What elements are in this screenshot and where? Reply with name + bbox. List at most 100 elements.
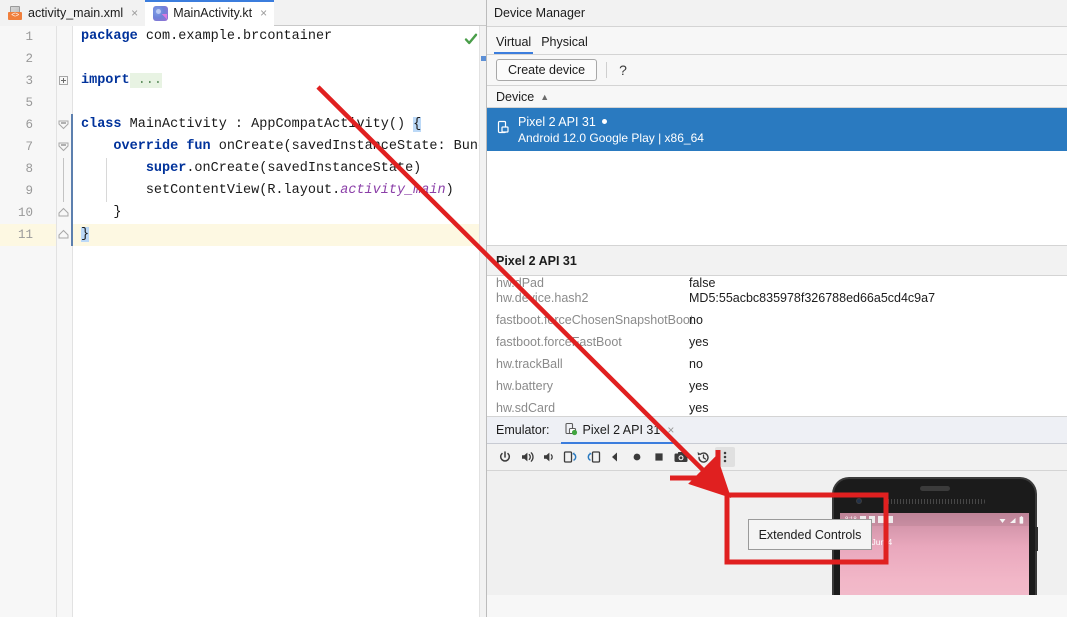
- chevron-down-icon: [58, 141, 69, 152]
- fold-expand-import[interactable]: [57, 70, 72, 92]
- property-key: hw.trackBall: [496, 357, 563, 371]
- line-number: 7: [25, 140, 33, 154]
- emulator-tab-label: Pixel 2 API 31: [582, 423, 661, 437]
- device-name: Pixel 2 API 31: [518, 114, 596, 129]
- extended-controls-tooltip: Extended Controls: [748, 519, 872, 550]
- power-button-side: [1035, 527, 1038, 551]
- line-number: 5: [25, 96, 33, 110]
- front-camera-icon: [856, 498, 862, 504]
- rotate-left-icon[interactable]: [561, 447, 581, 467]
- status-icon: [877, 516, 884, 523]
- line-number: 11: [0, 224, 56, 246]
- tab-label: activity_main.xml: [28, 6, 124, 20]
- indent-guide: [106, 158, 107, 202]
- oncreate-signature: onCreate(savedInstanceState: Bundle?: [218, 139, 479, 154]
- property-row: hw.dPad false: [487, 276, 1067, 287]
- device-name-row: Pixel 2 API 31: [518, 115, 704, 129]
- property-value: false: [689, 276, 716, 287]
- property-key: hw.dPad: [496, 276, 544, 287]
- sort-ascending-icon[interactable]: ▲: [540, 92, 549, 102]
- property-row: hw.sdCard yes: [487, 397, 1067, 416]
- toolbar-separator: [606, 62, 608, 78]
- chevron-down-icon: [58, 119, 69, 130]
- device-properties-list[interactable]: hw.dPad false hw.device.hash2 MD5:55acbc…: [487, 276, 1067, 417]
- close-icon[interactable]: ×: [667, 423, 674, 437]
- more-vertical-icon[interactable]: [715, 447, 735, 467]
- create-device-button[interactable]: Create device: [496, 59, 598, 81]
- code-line: class MainActivity : AppCompatActivity()…: [73, 114, 479, 136]
- screenshot-icon[interactable]: [671, 447, 691, 467]
- fold-end-oncreate[interactable]: [57, 202, 72, 224]
- device-list[interactable]: Pixel 2 API 31 Android 12.0 Google Play …: [487, 108, 1067, 246]
- layout-reference: activity_main: [340, 183, 446, 198]
- property-key: hw.sdCard: [496, 401, 556, 415]
- device-subtitle: Android 12.0 Google Play | x86_64: [518, 130, 704, 145]
- status-icon: [886, 516, 893, 523]
- help-icon[interactable]: ?: [616, 62, 630, 78]
- ok-check-icon[interactable]: [464, 32, 478, 46]
- running-status-dot: [601, 119, 607, 124]
- tab-physical[interactable]: Physical: [539, 35, 596, 54]
- line-number: 9: [25, 184, 33, 198]
- line-number: 6: [25, 118, 33, 132]
- keyword-import: import: [81, 73, 130, 88]
- keyword-package: package: [81, 29, 138, 44]
- kotlin-file-icon: [153, 5, 169, 21]
- status-bar-right: [999, 513, 1024, 529]
- volume-up-icon[interactable]: [517, 447, 537, 467]
- tab-mainactivity-kt[interactable]: MainActivity.kt ×: [145, 0, 275, 26]
- package-name: com.example.brcontainer: [137, 29, 333, 44]
- property-value: yes: [689, 335, 709, 349]
- emulator-toolbar: [487, 444, 1067, 471]
- fold-end-class[interactable]: [57, 224, 72, 246]
- tab-activity-main-xml[interactable]: <> activity_main.xml ×: [0, 0, 146, 26]
- property-value: no: [689, 313, 703, 327]
- code-line: }: [73, 202, 479, 224]
- code-editor-area[interactable]: package com.example.brcontainer import .…: [73, 26, 479, 617]
- rotate-right-icon[interactable]: [583, 447, 603, 467]
- device-row-pixel-2-api-31[interactable]: Pixel 2 API 31 Android 12.0 Google Play …: [487, 108, 1067, 151]
- device-column-header[interactable]: Device ▲: [487, 86, 1067, 108]
- code-line: setContentView(R.layout.activity_main): [73, 180, 479, 202]
- overview-icon[interactable]: [649, 447, 669, 467]
- keyword-override: override: [113, 139, 179, 154]
- line-number: 3: [25, 74, 33, 88]
- tab-virtual[interactable]: Virtual: [494, 35, 539, 54]
- fold-collapse-oncreate[interactable]: [57, 136, 72, 158]
- home-icon[interactable]: [627, 447, 647, 467]
- keyword-class: class: [81, 117, 122, 132]
- setcontentview-call: setContentView(R.layout.: [145, 183, 341, 198]
- close-icon[interactable]: ×: [131, 7, 138, 19]
- device-manager-title: Device Manager: [487, 0, 1067, 27]
- property-value: yes: [689, 401, 709, 415]
- fold-collapse-class[interactable]: [57, 114, 72, 136]
- emulator-tab-pixel-2-api-31[interactable]: Pixel 2 API 31 ×: [560, 417, 678, 444]
- property-key: fastboot.forceFastBoot: [496, 335, 622, 349]
- property-key: hw.battery: [496, 379, 553, 393]
- folded-imports[interactable]: ...: [129, 73, 163, 88]
- earpiece-speaker: [919, 486, 950, 491]
- close-icon[interactable]: ×: [260, 7, 267, 19]
- code-line: override fun onCreate(savedInstanceState…: [73, 136, 479, 158]
- chevron-up-icon: [58, 229, 69, 240]
- tab-label: MainActivity.kt: [173, 6, 253, 20]
- code-line: }: [73, 224, 479, 246]
- power-icon[interactable]: [495, 447, 515, 467]
- lockscreen-date: Sat, Jun 4: [854, 537, 893, 547]
- emulator-label: Emulator:: [496, 423, 550, 437]
- property-row: hw.device.hash2 MD5:55acbc835978f326788e…: [487, 287, 1067, 309]
- line-number: 2: [25, 52, 33, 66]
- code-line: import ...: [73, 70, 479, 92]
- emulator-tab-row: Emulator: Pixel 2 API 31 ×: [487, 417, 1067, 444]
- volume-down-icon[interactable]: [539, 447, 559, 467]
- column-label-device: Device: [496, 89, 535, 104]
- battery-icon: [1019, 513, 1024, 529]
- property-row: hw.battery yes: [487, 375, 1067, 397]
- wifi-icon: [999, 513, 1006, 529]
- back-icon[interactable]: [605, 447, 625, 467]
- device-manager-tabs: Virtual Physical: [487, 27, 1067, 55]
- closing-brace-inner: }: [113, 205, 122, 220]
- editor-gutter[interactable]: 1 2 3 5 6 7 8 9 10 11: [0, 26, 57, 617]
- code-line: package com.example.brcontainer: [73, 26, 479, 48]
- history-icon[interactable]: [693, 447, 713, 467]
